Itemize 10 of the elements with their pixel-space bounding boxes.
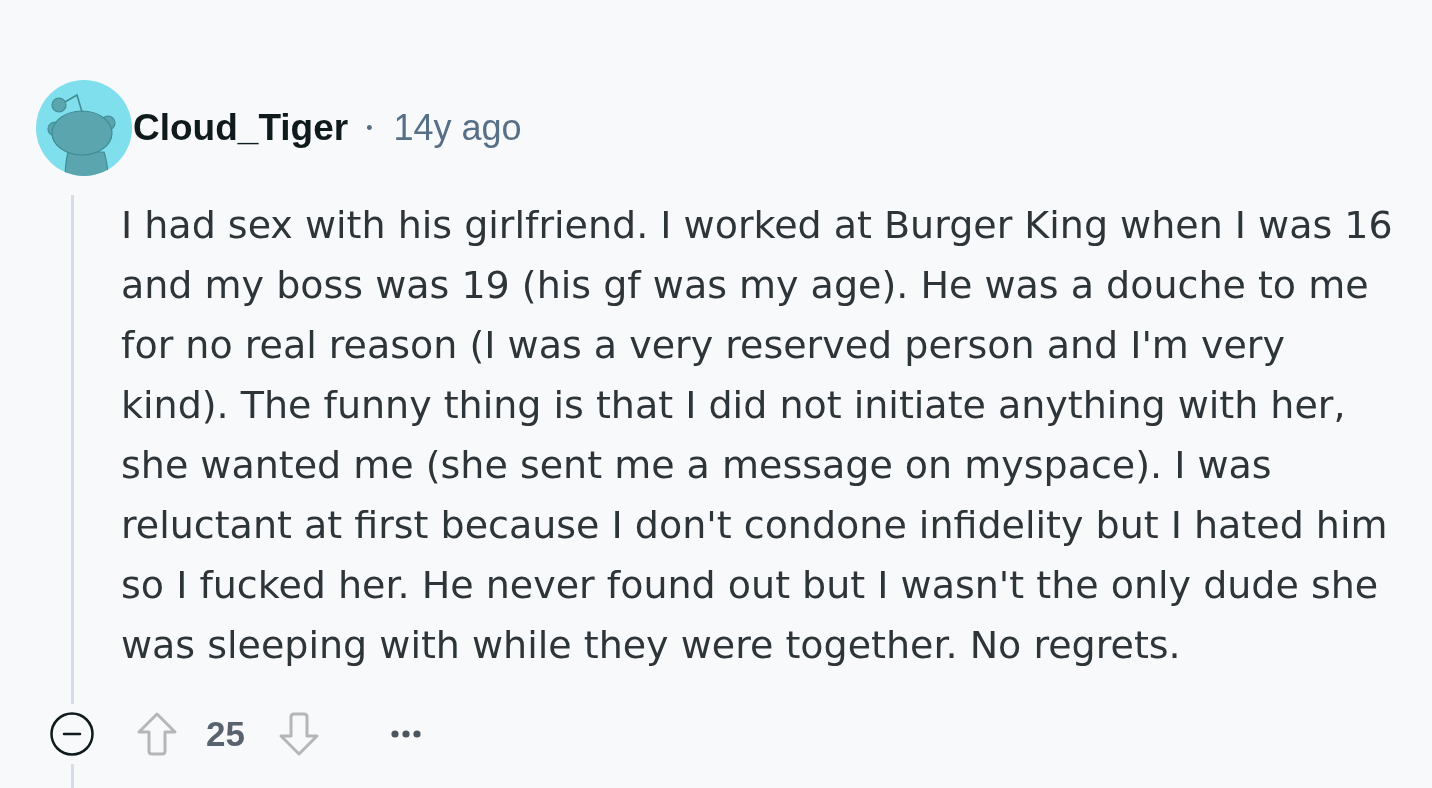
timestamp: 14y ago bbox=[393, 107, 522, 149]
avatar-icon bbox=[36, 80, 132, 176]
vote-count: 25 bbox=[206, 714, 245, 754]
username[interactable]: Cloud_Tiger bbox=[133, 107, 349, 149]
more-button[interactable] bbox=[390, 730, 421, 738]
collapse-button[interactable] bbox=[50, 712, 94, 756]
up-arrow-icon bbox=[135, 711, 179, 757]
more-icon bbox=[390, 730, 421, 738]
separator: • bbox=[366, 117, 373, 139]
comment-text: I had sex with his girlfriend. I worked at Burger King when I was 16 and my boss was 19 (his gf was my age). He was a douche to me for no real reason (I was a very reserved person and I'm very kind). The funny thing is that I did not initiate anything with her, she wanted me (she sent me a message on myspace). I was reluctant at first because I don't condone infidelity but I hated him so I fucked her. He never found out but I wasn't the only dude she was sleeping with while they were together. No regrets. bbox=[121, 202, 1394, 669]
